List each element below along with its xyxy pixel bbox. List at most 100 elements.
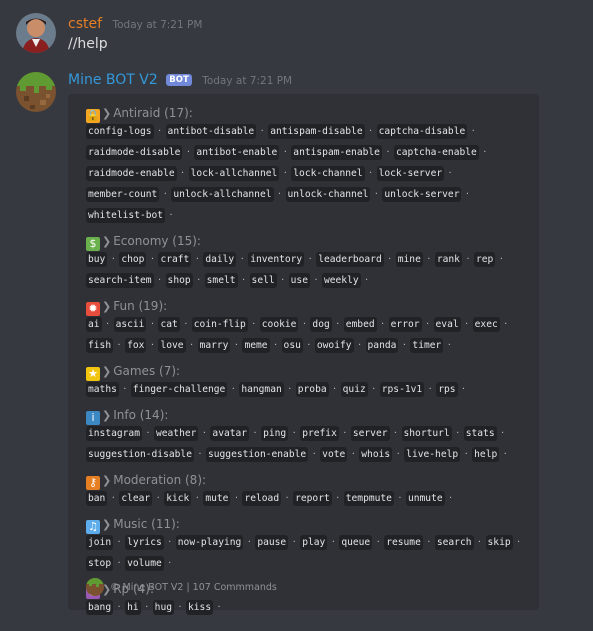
- command-code: lock-allchannel: [188, 166, 280, 181]
- separator-dot: ·: [285, 493, 289, 504]
- separator-dot: ·: [456, 428, 460, 439]
- separator-dot: ·: [448, 168, 452, 179]
- command-code: join: [86, 535, 114, 550]
- command-code: use: [288, 273, 310, 288]
- command-code: kick: [164, 491, 192, 506]
- chevron-right-icon: ❯: [102, 518, 112, 531]
- separator-dot: ·: [252, 319, 256, 330]
- separator-dot: ·: [157, 275, 162, 286]
- command-code: exec: [472, 317, 500, 332]
- separator-dot: ·: [307, 340, 311, 351]
- command-code: leaderboard: [316, 252, 384, 267]
- separator-dot: ·: [336, 319, 340, 330]
- category-label: Fun (19):: [113, 299, 168, 313]
- separator-dot: ·: [217, 602, 221, 613]
- separator-dot: ·: [333, 384, 337, 395]
- command-code: suggestion-disable: [86, 447, 194, 462]
- command-list: instagram · weather · avatar · ping · prefix · ser…: [86, 424, 526, 466]
- separator-dot: ·: [312, 449, 316, 460]
- separator-dot: ·: [186, 147, 191, 158]
- chevron-right-icon: ❯: [102, 300, 112, 313]
- command-code: mine: [395, 252, 423, 267]
- separator-dot: ·: [464, 449, 468, 460]
- trophy-icon: ★: [86, 367, 100, 381]
- command-code: hi: [125, 600, 141, 615]
- embed-footer: © Mine BOT V2 | 107 Commmands: [86, 578, 277, 596]
- command-code: member-count: [86, 187, 160, 202]
- separator-dot: ·: [156, 493, 160, 504]
- username[interactable]: cstef: [68, 16, 102, 32]
- command-code: volume: [125, 556, 164, 571]
- separator-dot: ·: [234, 340, 239, 351]
- bot-avatar[interactable]: [16, 72, 56, 112]
- category-label: Music (11):: [113, 517, 180, 531]
- command-code: inventory: [248, 252, 305, 267]
- command-code: unlock-channel: [285, 187, 371, 202]
- separator-dot: ·: [283, 147, 287, 158]
- command-code: rps: [436, 382, 458, 397]
- separator-dot: ·: [281, 275, 285, 286]
- separator-dot: ·: [168, 558, 172, 569]
- separator-dot: ·: [117, 340, 121, 351]
- command-code: prefix: [300, 426, 339, 441]
- separator-dot: ·: [123, 384, 127, 395]
- separator-dot: ·: [501, 428, 505, 439]
- command-list: join · lyrics · now-playing · pause · play · queue…: [86, 533, 526, 575]
- category-fun: ✹ ❯ Fun (19): ai · ascii · cat · coin-flip · cookie…: [86, 297, 531, 357]
- separator-dot: ·: [157, 126, 162, 137]
- command-code: antispam-enable: [291, 145, 382, 160]
- dollar-icon: $: [86, 237, 100, 251]
- separator-dot: ·: [145, 602, 149, 613]
- separator-dot: ·: [331, 537, 335, 548]
- grass-block-icon: [16, 72, 56, 112]
- command-code: skip: [485, 535, 513, 550]
- command-code: live-help: [404, 447, 461, 462]
- command-code: server: [350, 426, 390, 441]
- command-code: captcha-enable: [393, 145, 479, 160]
- command-code: proba: [295, 382, 329, 397]
- separator-dot: ·: [376, 537, 380, 548]
- command-code: vote: [320, 447, 348, 462]
- command-list: ai · ascii · cat · coin-flip · cookie · dog · embed ·…: [86, 315, 526, 357]
- chevron-right-icon: ❯: [102, 235, 112, 248]
- separator-dot: ·: [253, 428, 257, 439]
- separator-dot: ·: [388, 254, 392, 265]
- info-icon: i: [86, 411, 100, 425]
- separator-dot: ·: [184, 319, 188, 330]
- lock-icon: 🔒: [86, 109, 100, 123]
- user-avatar[interactable]: [16, 13, 56, 53]
- timestamp: Today at 7:21 PM: [202, 75, 293, 87]
- command-code: quiz: [340, 382, 368, 397]
- separator-dot: ·: [202, 428, 207, 439]
- separator-dot: ·: [181, 168, 185, 179]
- command-code: stop: [86, 556, 114, 571]
- command-code: tempmute: [343, 491, 394, 506]
- separator-dot: ·: [396, 449, 400, 460]
- separator-dot: ·: [117, 537, 121, 548]
- category-games: ★ ❯ Games (7): maths · finger-challenge · hangm…: [86, 362, 531, 401]
- separator-dot: ·: [292, 428, 296, 439]
- separator-dot: ·: [189, 340, 194, 351]
- separator-dot: ·: [517, 537, 521, 548]
- command-code: hug: [152, 600, 174, 615]
- command-code: owoify: [314, 338, 354, 353]
- category-title: ✹ ❯ Fun (19):: [86, 297, 531, 316]
- chevron-right-icon: ❯: [102, 107, 112, 120]
- command-code: whois: [359, 447, 393, 462]
- command-code: ai: [86, 317, 102, 332]
- category-label: Moderation (8):: [113, 473, 207, 487]
- command-code: kiss: [186, 600, 214, 615]
- command-code: daily: [203, 252, 237, 267]
- command-code: shorturl: [401, 426, 452, 441]
- category-info: i ❯ Info (14): instagram · weather · avatar · pin…: [86, 406, 531, 466]
- command-code: dog: [310, 317, 332, 332]
- separator-dot: ·: [374, 189, 378, 200]
- command-code: play: [300, 535, 328, 550]
- command-code: rank: [434, 252, 462, 267]
- command-code: ban: [86, 491, 108, 506]
- separator-dot: ·: [288, 384, 292, 395]
- command-code: weather: [153, 426, 199, 441]
- bot-username[interactable]: Mine BOT V2: [68, 72, 158, 88]
- separator-dot: ·: [504, 319, 508, 330]
- separator-dot: ·: [336, 493, 340, 504]
